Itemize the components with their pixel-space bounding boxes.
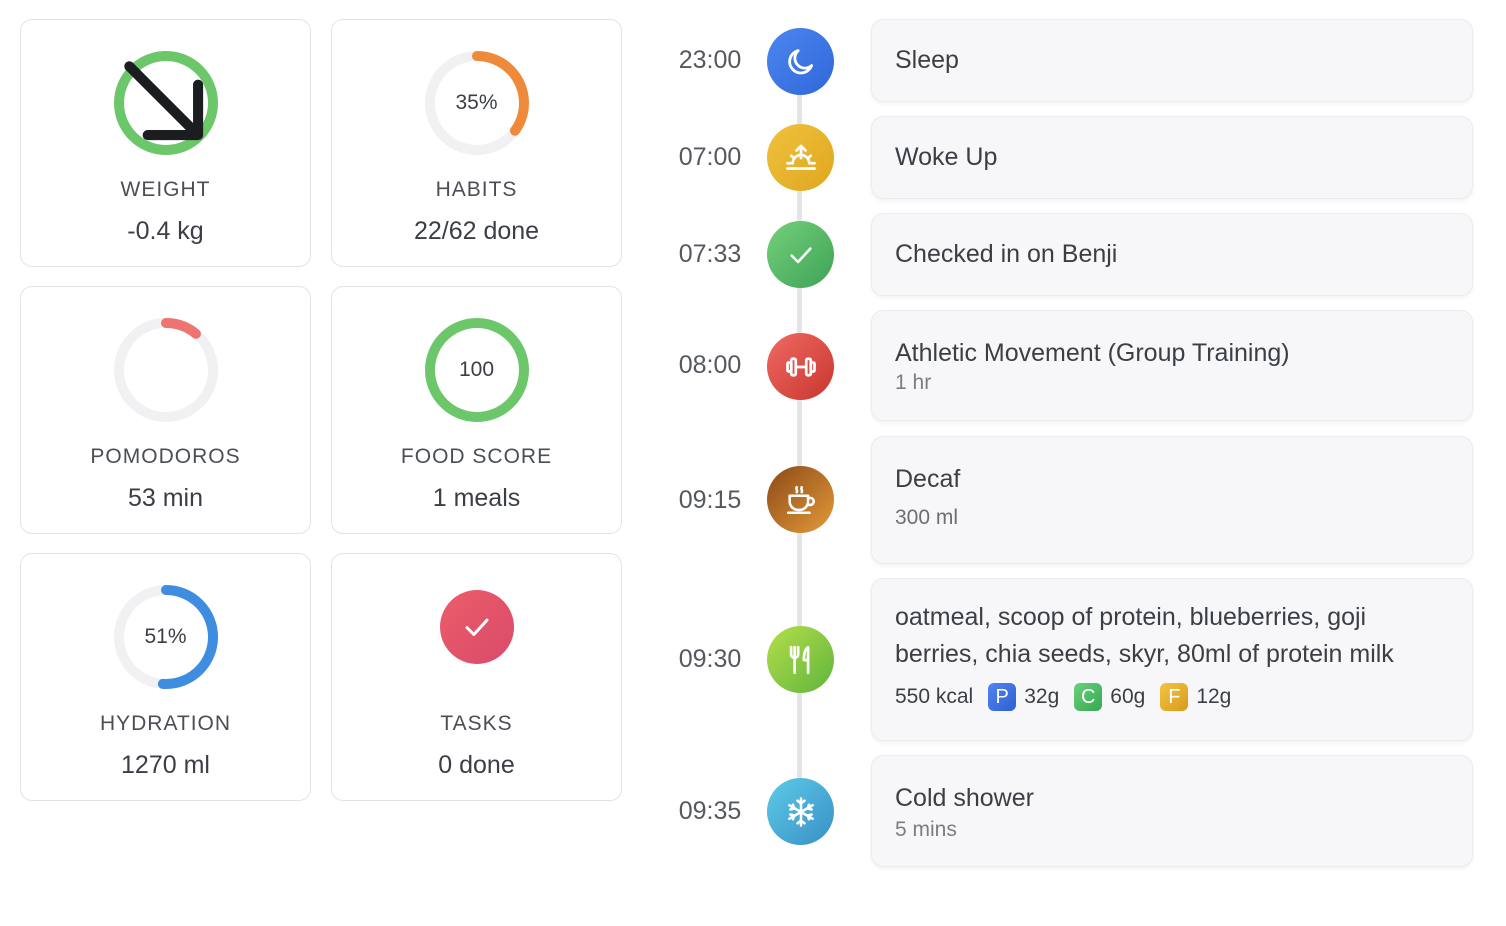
timeline-entry-woke-up[interactable]: Woke Up: [871, 116, 1473, 199]
stat-label: FOOD SCORE: [400, 445, 553, 468]
habits-ring: 35%: [422, 48, 532, 158]
timeline-node-sleep: [767, 28, 834, 95]
entry-title: Athletic Movement (Group Training): [895, 339, 1290, 367]
entry-subtitle: 5 mins: [895, 818, 957, 841]
stat-value: 22/62 done: [413, 217, 540, 245]
fat-badge: F: [1160, 683, 1189, 711]
stat-label: HYDRATION: [99, 712, 232, 735]
timeline-entry-meal[interactable]: oatmeal, scoop of protein, blueberries, …: [871, 578, 1473, 741]
stat-card-hydration[interactable]: 51% HYDRATION 1270 ml: [20, 553, 311, 801]
timeline-entry-check-in[interactable]: Checked in on Benji: [871, 213, 1473, 296]
calories-value: 550 kcal: [895, 685, 974, 708]
stat-label: TASKS: [440, 712, 513, 735]
timeline-node-check-in: [767, 221, 834, 288]
entry-subtitle: 300 ml: [895, 506, 959, 529]
timeline-entry-sleep[interactable]: Sleep: [871, 19, 1473, 102]
stat-value: 1 meals: [432, 484, 521, 512]
arrow-down-right-icon: [123, 61, 203, 141]
sunrise-icon: [785, 144, 816, 170]
entry-title: Woke Up: [895, 143, 998, 171]
timeline-node-training: [767, 333, 834, 400]
checkmark-icon: [465, 618, 488, 636]
stat-card-tasks[interactable]: TASKS 0 done: [331, 553, 622, 801]
weight-ring: [111, 48, 221, 158]
pomodoros-ring: [111, 315, 221, 425]
stat-card-pomodoros[interactable]: POMODOROS 53 min: [20, 286, 311, 534]
macro-summary: 550 kcal P 32g C 60g F 12g: [895, 683, 1449, 711]
timeline-time: 23:00: [678, 46, 742, 74]
dumbbell-icon: [785, 356, 816, 377]
stat-value: 1270 ml: [121, 751, 210, 779]
habits-percent: 35%: [455, 91, 498, 114]
tasks-check-circle: [439, 590, 514, 664]
stat-card-weight[interactable]: WEIGHT -0.4 kg: [20, 19, 311, 267]
timeline-time: 07:33: [678, 240, 742, 268]
timeline-time: 09:30: [678, 645, 742, 673]
entry-title: Decaf: [895, 465, 961, 493]
stat-card-food-score[interactable]: 100 FOOD SCORE 1 meals: [331, 286, 622, 534]
coffee-cup-icon: [786, 485, 815, 514]
protein-badge: P: [988, 683, 1017, 711]
fork-knife-icon: [789, 645, 809, 674]
timeline-entry-training[interactable]: Athletic Movement (Group Training) 1 hr: [871, 310, 1473, 421]
food-score-number: 100: [458, 358, 495, 381]
stat-label: WEIGHT: [120, 178, 211, 201]
moon-icon: [787, 48, 813, 74]
entry-title: oatmeal, scoop of protein, blueberries, …: [895, 603, 1394, 668]
entry-title: Cold shower: [895, 784, 1034, 812]
timeline-time: 08:00: [678, 351, 742, 379]
stat-label: POMODOROS: [90, 445, 241, 468]
timeline-time: 09:15: [678, 486, 742, 514]
stat-value: -0.4 kg: [127, 217, 204, 245]
snowflake-icon: [787, 796, 814, 827]
timeline-entry-cold-shower[interactable]: Cold shower 5 mins: [871, 755, 1473, 867]
checkmark-icon: [789, 246, 812, 263]
entry-subtitle: 1 hr: [895, 371, 932, 394]
stat-card-habits[interactable]: 35% HABITS 22/62 done: [331, 19, 622, 267]
stat-value: 0 done: [438, 751, 515, 779]
hydration-ring: 51%: [111, 582, 221, 692]
stat-label: HABITS: [435, 178, 518, 201]
carbs-amount: 60g: [1110, 685, 1146, 708]
timeline-entry-decaf[interactable]: Decaf 300 ml: [871, 436, 1473, 564]
timeline-node-woke-up: [767, 124, 834, 191]
stat-value: 53 min: [127, 484, 204, 512]
timeline-node-decaf: [767, 466, 834, 533]
timeline-node-meal: [767, 626, 834, 693]
timeline-time: 09:35: [678, 797, 742, 825]
fat-amount: 12g: [1196, 685, 1232, 708]
entry-title: Sleep: [895, 46, 959, 74]
hydration-percent: 51%: [144, 625, 187, 648]
timeline-time: 07:00: [678, 143, 742, 171]
carbs-badge: C: [1074, 683, 1103, 711]
protein-amount: 32g: [1024, 685, 1060, 708]
entry-title: Checked in on Benji: [895, 240, 1118, 268]
food-score-ring: 100: [422, 315, 532, 425]
timeline-node-cold-shower: [767, 778, 834, 845]
